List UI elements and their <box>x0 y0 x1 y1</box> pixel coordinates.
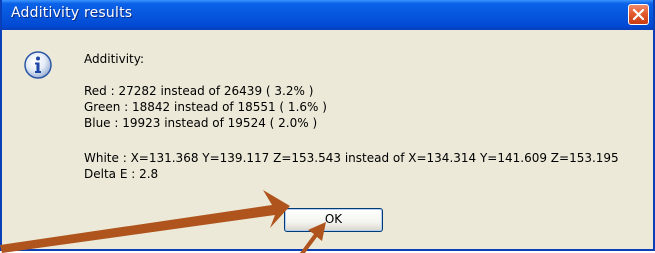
ok-button[interactable]: OK <box>284 208 383 232</box>
white-result: White : X=131.368 Y=139.117 Z=153.543 in… <box>84 151 619 165</box>
close-icon <box>632 8 645 21</box>
additivity-dialog: Additivity results Additivity: Red : 272… <box>0 0 655 251</box>
info-icon <box>24 51 52 79</box>
blue-result: Blue : 19923 instead of 19524 ( 2.0% ) <box>84 116 318 130</box>
additivity-heading: Additivity: <box>84 52 145 66</box>
delta-e-result: Delta E : 2.8 <box>84 167 159 181</box>
close-button[interactable] <box>628 4 649 25</box>
window-title: Additivity results <box>11 5 133 21</box>
red-result: Red : 27282 instead of 26439 ( 3.2% ) <box>84 84 314 98</box>
green-result: Green : 18842 instead of 18551 ( 1.6% ) <box>84 100 327 114</box>
title-bar[interactable]: Additivity results <box>2 0 653 30</box>
